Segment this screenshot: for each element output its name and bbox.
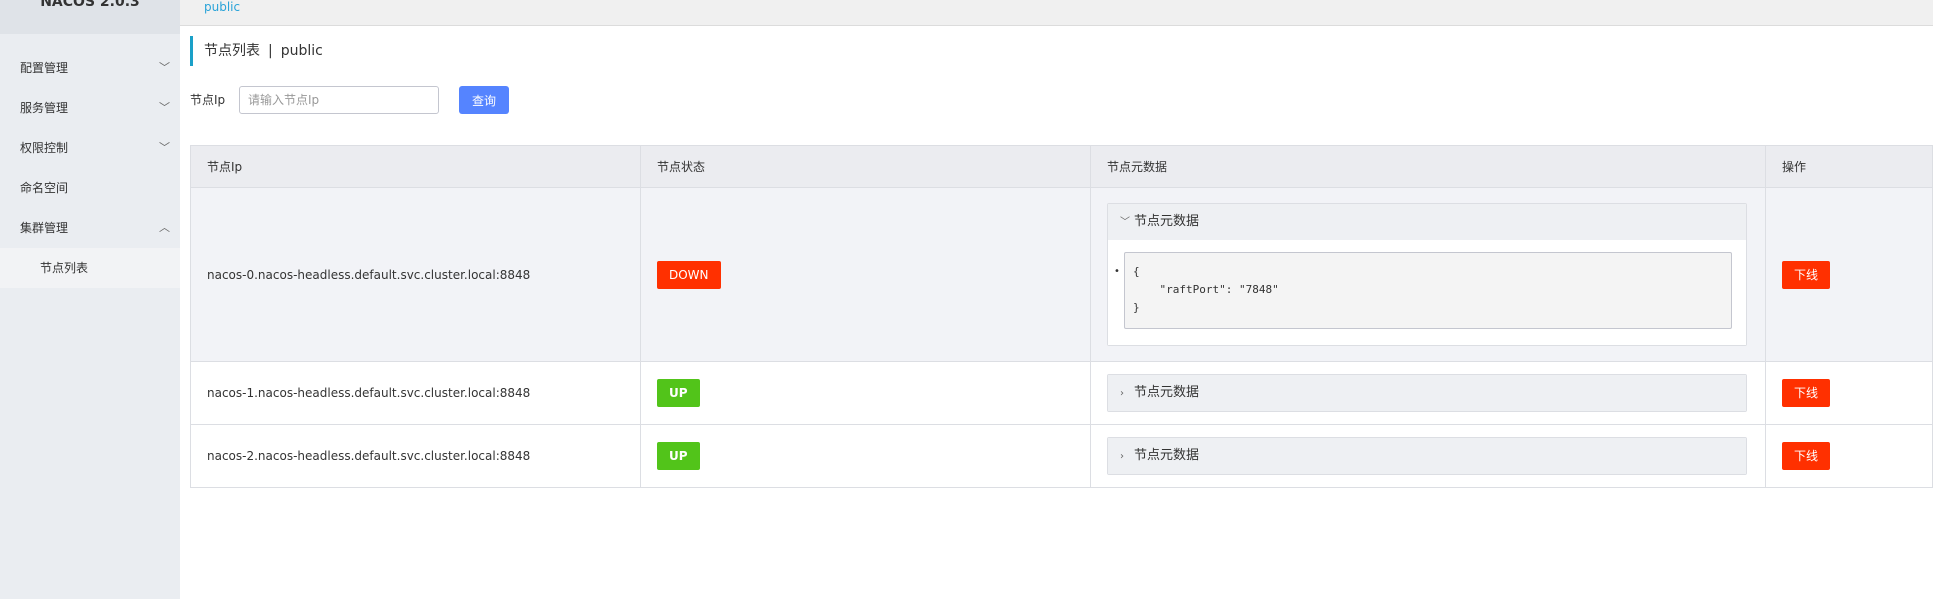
node-status-cell: DOWN [640,187,1091,362]
sidebar-item-config[interactable]: 配置管理 ﹀ [0,48,180,88]
sidebar-item-label: 权限控制 [20,141,69,155]
sidebar-item-service[interactable]: 服务管理 ﹀ [0,88,180,128]
namespace-bar: public [180,0,1933,26]
node-status-cell: UP [640,361,1091,425]
node-ip-cell: nacos-0.nacos-headless.default.svc.clust… [190,187,641,362]
offline-button[interactable]: 下线 [1782,260,1831,289]
search-label: 节点Ip [190,93,226,107]
chevron-right-icon: › [1120,388,1124,399]
metadata-collapse-header[interactable]: › 节点元数据 [1108,375,1746,411]
offline-button[interactable]: 下线 [1782,442,1831,470]
status-badge: DOWN [657,260,721,289]
node-ip-search-input[interactable] [239,86,439,114]
metadata-collapse-title: 节点元数据 [1134,448,1200,463]
table-row: nacos-1.nacos-headless.default.svc.clust… [190,361,1933,425]
app-logo: NACOS 2.0.3 [0,0,180,34]
title-separator: | [268,43,273,59]
metadata-collapse-header[interactable]: › 节点元数据 [1108,438,1746,474]
table-row: nacos-0.nacos-headless.default.svc.clust… [190,187,1933,362]
table-header-row: 节点Ip 节点状态 节点元数据 操作 [190,145,1933,188]
node-status-cell: UP [640,424,1091,488]
offline-button[interactable]: 下线 [1782,379,1831,407]
sidebar: NACOS 2.0.3 配置管理 ﹀ 服务管理 ﹀ 权限控制 ﹀ 命名空间 集群… [0,0,180,599]
bullet-icon: • [1114,266,1120,277]
status-badge: UP [657,379,700,407]
chevron-down-icon: ﹀ [159,101,170,114]
node-action-cell: 下线 [1765,424,1933,488]
sidebar-item-auth[interactable]: 权限控制 ﹀ [0,128,180,168]
metadata-collapse: ﹀ 节点元数据 • { "raftPort": "7848" } [1107,203,1747,346]
metadata-collapse-body: • { "raftPort": "7848" } [1108,240,1746,345]
column-header-metadata: 节点元数据 [1090,145,1766,188]
chevron-down-icon: ﹀ [159,61,170,74]
table-row: nacos-2.nacos-headless.default.svc.clust… [190,424,1933,488]
node-ip-cell: nacos-1.nacos-headless.default.svc.clust… [190,361,641,425]
sidebar-subitem-node-list[interactable]: 节点列表 [0,248,180,288]
metadata-collapse: › 节点元数据 [1107,374,1747,412]
node-table: 节点Ip 节点状态 节点元数据 操作 nacos-0.nacos-headles… [190,145,1933,488]
page-title-text: 节点列表 [204,43,260,59]
sidebar-item-label: 命名空间 [20,181,69,195]
node-action-cell: 下线 [1765,187,1933,362]
metadata-json: { "raftPort": "7848" } [1124,252,1732,329]
namespace-link[interactable]: public [204,0,240,14]
sidebar-item-label: 配置管理 [20,61,69,75]
node-metadata-cell: ﹀ 节点元数据 • { "raftPort": "7848" } [1090,187,1766,362]
column-header-status: 节点状态 [640,145,1091,188]
metadata-collapse-header[interactable]: ﹀ 节点元数据 [1108,204,1746,240]
sidebar-subitem-label: 节点列表 [40,261,89,275]
sidebar-item-cluster[interactable]: 集群管理 ︿ [0,208,180,248]
node-action-cell: 下线 [1765,361,1933,425]
query-button[interactable]: 查询 [459,86,509,114]
chevron-right-icon: › [1120,451,1124,462]
sidebar-item-label: 集群管理 [20,221,69,235]
app-title: NACOS 2.0.3 [40,0,140,10]
metadata-collapse-title: 节点元数据 [1134,214,1200,229]
chevron-up-icon: ︿ [159,221,170,234]
metadata-collapse: › 节点元数据 [1107,437,1747,475]
sidebar-nav: 配置管理 ﹀ 服务管理 ﹀ 权限控制 ﹀ 命名空间 集群管理 ︿ 节点列表 [0,48,180,288]
column-header-action: 操作 [1765,145,1933,188]
node-metadata-cell: › 节点元数据 [1090,424,1766,488]
node-metadata-cell: › 节点元数据 [1090,361,1766,425]
page-title: 节点列表 | public [190,36,323,66]
chevron-down-icon: ﹀ [1120,217,1130,228]
metadata-collapse-title: 节点元数据 [1134,385,1200,400]
status-badge: UP [657,442,700,470]
page-title-namespace: public [280,43,323,59]
sidebar-item-namespace[interactable]: 命名空间 [0,168,180,208]
chevron-down-icon: ﹀ [159,141,170,154]
column-header-ip: 节点Ip [190,145,641,188]
node-ip-cell: nacos-2.nacos-headless.default.svc.clust… [190,424,641,488]
sidebar-item-label: 服务管理 [20,101,69,115]
